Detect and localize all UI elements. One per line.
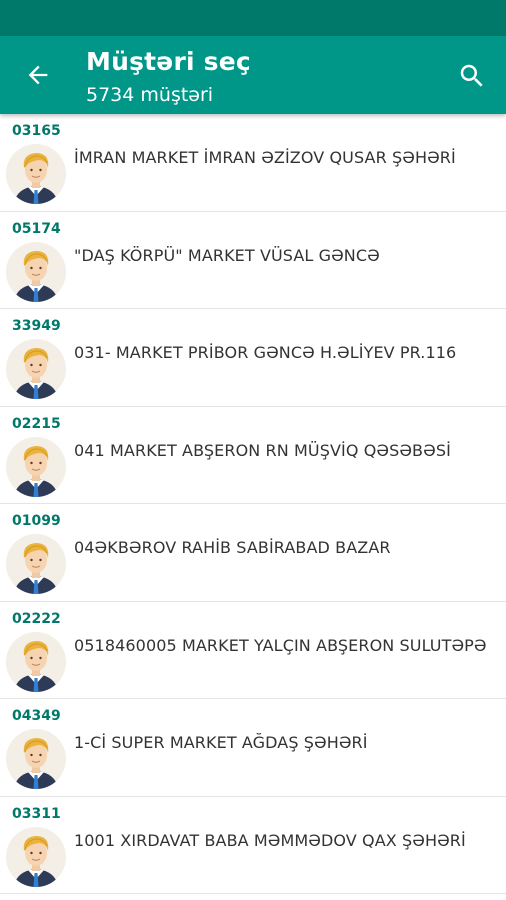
- avatar: [6, 534, 66, 594]
- avatar: [6, 144, 66, 204]
- avatar: [6, 436, 66, 497]
- arrow-back-icon: [28, 65, 48, 85]
- customer-name: 0518460005 MARKET YALÇIN ABŞERON SULUTƏP…: [74, 635, 487, 655]
- avatar: [6, 339, 66, 399]
- customer-code: 02215: [12, 415, 61, 432]
- customer-code: 04349: [12, 708, 61, 724]
- page-title: Müştəri seç: [86, 47, 251, 76]
- customer-name: 031- MARKET PRİBOR GƏNCƏ H.ƏLİYEV PR.116: [74, 343, 457, 362]
- customer-row[interactable]: 03165 İMRAN MARKET İMRAN ƏZİZOV QUSAR ŞƏ…: [0, 114, 506, 212]
- avatar: [6, 826, 66, 887]
- customer-code: 03311: [12, 805, 61, 822]
- customer-code: 33949: [12, 318, 61, 334]
- customer-code: 05174: [12, 220, 61, 237]
- back-button[interactable]: [18, 55, 58, 95]
- avatar: [6, 241, 66, 302]
- status-bar: [0, 0, 506, 36]
- avatar: [6, 729, 66, 789]
- customer-name: 041 MARKET ABŞERON RN MÜŞVİQ QƏSƏBƏSİ: [74, 440, 451, 460]
- search-icon: [460, 64, 483, 87]
- customer-code: 02222: [12, 610, 61, 627]
- customer-name: İMRAN MARKET İMRAN ƏZİZOV QUSAR ŞƏHƏRİ: [74, 148, 456, 167]
- customer-row[interactable]: 05174 "DAŞ KÖRPÜ" MARKET VÜSAL GƏNCƏ: [0, 211, 506, 309]
- customer-name: "DAŞ KÖRPÜ" MARKET VÜSAL GƏNCƏ: [74, 245, 380, 265]
- customer-row[interactable]: 04349 1-Cİ SUPER MARKET AĞDAŞ ŞƏHƏRİ: [0, 699, 506, 797]
- customer-row[interactable]: 02222 0518460005 MARKET YALÇIN ABŞERON S…: [0, 601, 506, 699]
- customer-code: 01099: [12, 513, 61, 529]
- customer-row[interactable]: 01099 04ƏKBƏROV RAHİB SABİRABAD BAZAR: [0, 504, 506, 602]
- avatar: [6, 631, 66, 692]
- app-bar: Müştəri seç 5734 müştəri: [0, 36, 506, 114]
- customer-name: 1-Cİ SUPER MARKET AĞDAŞ ŞƏHƏRİ: [74, 733, 368, 752]
- customer-name: 1001 XIRDAVAT BABA MƏMMƏDOV QAX ŞƏHƏRİ: [74, 830, 466, 850]
- customer-row[interactable]: 03311 1001 XIRDAVAT BABA MƏMMƏDOV QAX ŞƏ…: [0, 796, 506, 894]
- search-button[interactable]: [452, 56, 492, 96]
- customer-row[interactable]: 33949 031- MARKET PRİBOR GƏNCƏ H.ƏLİYEV …: [0, 309, 506, 407]
- customer-row[interactable]: 02215 041 MARKET ABŞERON RN MÜŞVİQ QƏSƏB…: [0, 406, 506, 504]
- customer-name: 04ƏKBƏROV RAHİB SABİRABAD BAZAR: [74, 538, 391, 557]
- customer-list: 03165 İMRAN MARKET İMRAN ƏZİZOV QUSAR ŞƏ…: [0, 114, 506, 894]
- customer-code: 03165: [12, 123, 61, 139]
- customer-count: 5734 müştəri: [86, 84, 214, 106]
